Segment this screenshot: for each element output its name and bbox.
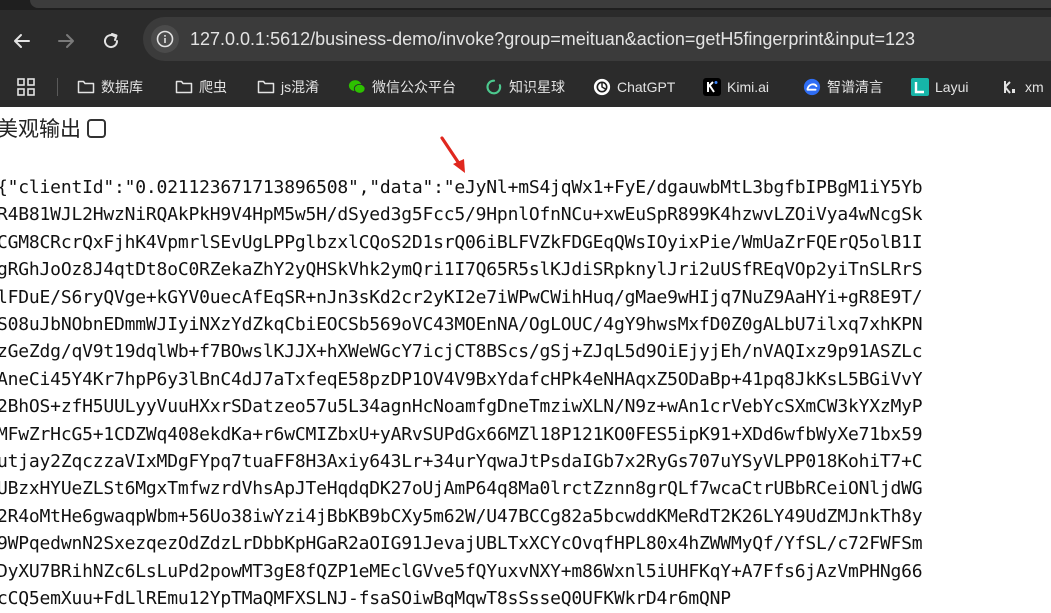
output-line: 9WPqedwnN2SxezqezOdZdzLrDbbKpHGaR2aOIG91… xyxy=(0,533,923,555)
zsxq-icon xyxy=(485,78,503,96)
arrow-right-icon xyxy=(58,34,74,48)
pretty-output-checkbox[interactable] xyxy=(87,118,106,138)
layui-icon xyxy=(911,78,929,96)
bookmark-js-hunxiao[interactable]: js混淆 xyxy=(257,67,319,107)
bookmark-label: 数据库 xyxy=(101,79,143,95)
output-line: gRGhJoOz8J4qtDt8oC0RZekaZhY2yQHSkVhk2ymQ… xyxy=(0,259,923,281)
bookmark-zsxq[interactable]: 知识星球 xyxy=(485,67,565,107)
bookmark-label: Layui xyxy=(935,79,969,95)
zhipu-icon xyxy=(803,78,821,96)
output-line: MFwZrHcG5+1CDZWq408ekdKa+r6wCMIZbxU+yARv… xyxy=(0,423,923,445)
output-line: utjay2ZqczzaVIxMDgFYpq7tuaFF8H3Axiy643Lr… xyxy=(0,451,923,473)
bookmark-wechat-mp[interactable]: 微信公众平台 xyxy=(348,67,456,107)
bookmark-label: 智谱清言 xyxy=(827,79,883,95)
reload-icon xyxy=(104,33,119,49)
bookmark-shujuku[interactable]: 数据库 xyxy=(77,67,143,107)
bookmark-label: xm xyxy=(1025,79,1044,95)
output-line: {"clientId":"0.021123671713896508","data… xyxy=(0,177,923,198)
bookmark-xm[interactable]: xm xyxy=(1003,67,1044,107)
bookmark-label: 知识星球 xyxy=(509,79,565,95)
bookmark-pachong[interactable]: 爬虫 xyxy=(175,67,227,107)
output-line: CGM8CRcrQxFjhK4VpmrlSEvUgLPPglbzxlCQoS2D… xyxy=(0,231,923,253)
red-arrow-annotation xyxy=(440,136,465,173)
output-line: lFDuE/S6ryQVge+kGYV0uecAfEqSR+nJn3sKd2cr… xyxy=(0,286,923,308)
apps-button[interactable] xyxy=(16,67,36,107)
info-icon xyxy=(156,30,174,48)
output-line: DyXU7BRihNZc6LsLuPd2powMT3gE8fQZP1eMEclG… xyxy=(0,560,923,582)
pretty-output-control: 美观输出 xyxy=(0,112,106,144)
reload-button[interactable] xyxy=(98,28,124,54)
output-line: S08uJbNObnEDmmWJIyiNXzYdZkqCbiEOCSb569oV… xyxy=(0,314,923,336)
bookmark-kimi[interactable]: Kimi.ai xyxy=(703,67,769,107)
site-info-button[interactable] xyxy=(151,25,179,53)
output-line: AneCi45Y4Kr7hpP6y3lBnC4dJ7aTxfeqE58pzDP1… xyxy=(0,368,923,390)
address-bar[interactable]: 127.0.0.1:5612/business-demo/invoke?grou… xyxy=(143,17,1051,61)
arrow-left-icon xyxy=(14,34,30,48)
tab-strip[interactable] xyxy=(30,0,1051,8)
output-line: 2R4oMtHe6gwaqpWbm+56Uo38iwYzi4jBbKB9bCXy… xyxy=(0,505,923,527)
response-output: {"clientId":"0.021123671713896508","data… xyxy=(0,174,1051,613)
bookmarks-divider xyxy=(57,78,58,96)
folder-icon xyxy=(77,78,95,96)
output-line: UBzxHYUeZLSt6MgxTmfwzrdVhsApJTeHqdqDK27o… xyxy=(0,478,923,500)
output-line: zGeZdg/qV9t19dqlWb+f7BOwslKJJX+hXWeWGcY7… xyxy=(0,341,923,363)
xm-icon xyxy=(1003,78,1017,96)
folder-icon xyxy=(175,78,193,96)
output-line: R4B81WJL2HwzNiRQAkPkH9V4HpM5w5H/dSyed3g5… xyxy=(0,204,923,226)
url-text[interactable]: 127.0.0.1:5612/business-demo/invoke?grou… xyxy=(190,17,915,61)
output-line: 2BhOS+zfH5UULyyVuuHXxrSDatzeo57u5L34agnH… xyxy=(0,396,923,418)
bookmark-layui[interactable]: Layui xyxy=(911,67,968,107)
bookmark-zhipu[interactable]: 智谱清言 xyxy=(803,67,883,107)
pretty-output-label: 美观输出 xyxy=(0,117,81,141)
bookmark-label: 微信公众平台 xyxy=(372,79,456,95)
output-line: cCQ5emXuu+FdLlREmu12YpTMaQMFXSLNJ-fsaSOi… xyxy=(0,588,731,610)
window-top-bar xyxy=(0,0,1051,10)
bookmark-label: js混淆 xyxy=(281,79,320,95)
kimi-icon xyxy=(703,78,721,96)
forward-button[interactable] xyxy=(53,28,79,54)
back-button[interactable] xyxy=(9,28,35,54)
apps-grid-icon xyxy=(17,78,35,96)
folder-icon xyxy=(257,78,275,96)
bookmark-label: Kimi.ai xyxy=(727,79,770,95)
bookmark-chatgpt[interactable]: ChatGPT xyxy=(593,67,675,107)
wechat-icon xyxy=(348,78,366,96)
bookmark-label: 爬虫 xyxy=(199,79,227,95)
bookmark-label: ChatGPT xyxy=(617,79,676,95)
bookmarks-bar: 数据库 爬虫 js混淆 微信公众平台 知识星球 ChatGPT Kimi.ai … xyxy=(0,67,1051,107)
browser-toolbar: 127.0.0.1:5612/business-demo/invoke?grou… xyxy=(0,10,1051,67)
openai-icon xyxy=(593,78,611,96)
